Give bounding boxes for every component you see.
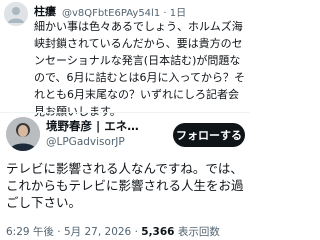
- views-count: 5,366: [141, 226, 175, 238]
- post-text: テレビに影響される人なんですね。では、これからもテレビに影響される人生をお過ごし…: [6, 161, 244, 210]
- default-avatar-icon: [4, 2, 28, 26]
- follow-button[interactable]: フォローする: [173, 123, 245, 147]
- post-meta: 6:29 午後 · 5月 27, 2026 · 5,366 表示回数: [6, 224, 220, 239]
- views-label: 表示回数: [177, 226, 220, 238]
- avatar[interactable]: [4, 2, 28, 26]
- reply-tweet[interactable]: 柱瘻 @v8QFbtE6PAy54l1 · 1日 細かい事は色々あるでしょう、ホ…: [0, 0, 250, 118]
- profile-photo-icon: [6, 117, 40, 151]
- reply-text: 細かい事は色々あるでしょう、ホルムズ海峡封鎖されているんだから、要は貴方のセンセ…: [34, 20, 246, 118]
- author-avatar[interactable]: [6, 117, 40, 151]
- reply-author-name[interactable]: 柱瘻: [34, 3, 56, 19]
- author-name[interactable]: 境野春彦 | エネ…: [46, 118, 164, 134]
- post-date[interactable]: 5月 27, 2026: [64, 226, 131, 238]
- separator-dot: ·: [134, 226, 138, 238]
- author-handle[interactable]: @LPGadvisorJP: [46, 136, 125, 148]
- divider: [0, 112, 250, 113]
- separator-dot: ·: [57, 226, 61, 238]
- post-time[interactable]: 6:29 午後: [6, 226, 54, 238]
- reply-author-handle[interactable]: @v8QFbtE6PAy54l1 · 1日: [62, 4, 186, 19]
